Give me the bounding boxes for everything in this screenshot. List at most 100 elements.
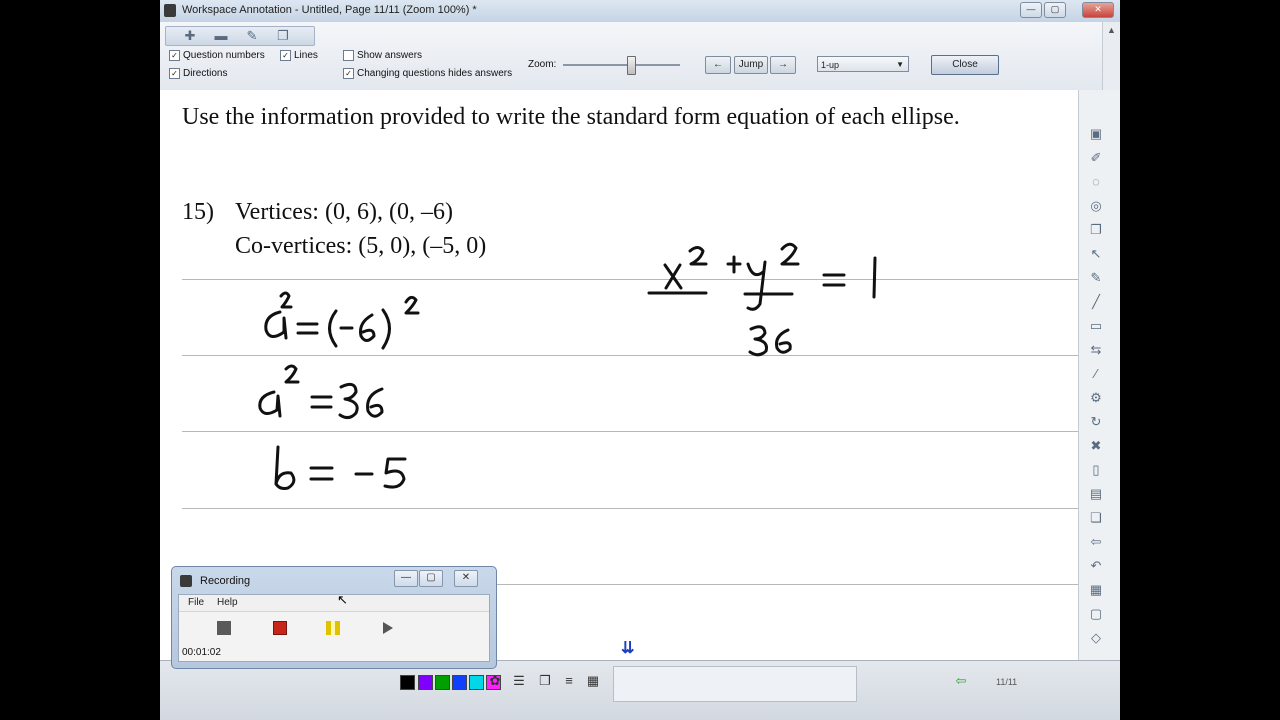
line-style-icon[interactable]: ≡ bbox=[560, 673, 578, 689]
menu-help[interactable]: Help bbox=[217, 597, 238, 608]
recording-window: Recording — ▢ ✕ File Help 00:01:02 bbox=[171, 566, 497, 669]
copy-icon[interactable]: ❐ bbox=[273, 28, 293, 44]
lines-label: Lines bbox=[294, 50, 318, 61]
handwritten-a bbox=[258, 390, 282, 418]
menu-file[interactable]: File bbox=[188, 597, 204, 608]
line-width-icon[interactable]: ☰ bbox=[510, 673, 528, 689]
delete-icon[interactable]: ✖ bbox=[1085, 436, 1107, 456]
layout-select-value: 1-up bbox=[821, 60, 840, 70]
tag-icon[interactable]: ◇ bbox=[1085, 628, 1107, 648]
minus-icon[interactable]: ▬ bbox=[211, 28, 231, 44]
jump-button[interactable]: Jump bbox=[734, 56, 768, 74]
lines-checkbox[interactable]: ✓ Lines bbox=[280, 50, 318, 61]
color-swatch-black[interactable] bbox=[400, 675, 415, 690]
download-arrows-icon[interactable]: ⇊ bbox=[621, 638, 635, 658]
recording-minimize-button[interactable]: — bbox=[394, 570, 418, 587]
handwritten-equals bbox=[822, 273, 846, 287]
directions-label: Directions bbox=[183, 68, 228, 79]
calculator-icon[interactable]: ▦ bbox=[1085, 580, 1107, 600]
line-tool-icon[interactable]: ⁄ bbox=[1085, 364, 1107, 384]
changing-questions-checkbox[interactable]: ✓ Changing questions hides answers bbox=[343, 68, 512, 79]
plus-icon[interactable]: ✚ bbox=[180, 28, 200, 44]
chevron-down-icon: ▼ bbox=[896, 60, 904, 69]
settings-icon[interactable]: ⚙ bbox=[1085, 388, 1107, 408]
pen-icon[interactable]: ✐ bbox=[1085, 148, 1107, 168]
show-answers-checkbox[interactable]: Show answers bbox=[343, 50, 422, 61]
handwritten-exponent-2 bbox=[780, 242, 800, 266]
checkbox-box: ✓ bbox=[169, 68, 180, 79]
document-icon[interactable]: ▤ bbox=[1085, 484, 1107, 504]
marker-icon[interactable]: ╱ bbox=[1085, 292, 1107, 312]
toolbar: ✚ ▬ ✎ ❐ ✓ Question numbers ✓ Directions ✓ L… bbox=[160, 22, 1120, 91]
status-field bbox=[613, 666, 857, 702]
minimize-button[interactable]: — bbox=[1020, 2, 1042, 18]
back-arrow-icon[interactable]: ⇦ bbox=[1085, 532, 1107, 552]
back-arrow-icon[interactable]: ⇦ bbox=[952, 673, 970, 689]
handwritten-paren-open bbox=[328, 309, 338, 348]
handwritten-6 bbox=[775, 328, 792, 354]
title-bar: Workspace Annotation - Untitled, Page 11… bbox=[160, 0, 1120, 23]
mouse-icon[interactable]: ◎ bbox=[1085, 196, 1107, 216]
handwritten-3 bbox=[748, 325, 768, 357]
eraser-icon[interactable]: ◌ bbox=[1085, 172, 1107, 192]
zoom-slider-track[interactable] bbox=[563, 64, 680, 66]
handwritten-1 bbox=[872, 256, 877, 299]
color-swatch-blue[interactable] bbox=[452, 675, 467, 690]
duplicate-icon[interactable]: ❏ bbox=[1085, 508, 1107, 528]
close-window-button[interactable]: ✕ bbox=[1082, 2, 1114, 18]
layout-select[interactable]: 1-up ▼ bbox=[817, 56, 909, 72]
handwritten-equals bbox=[310, 395, 333, 409]
record-icon[interactable] bbox=[273, 621, 287, 635]
recording-menu-bar: File Help bbox=[179, 595, 489, 612]
color-swatch-cyan[interactable] bbox=[469, 675, 484, 690]
maximize-button[interactable]: ▢ bbox=[1044, 2, 1066, 18]
question-numbers-checkbox[interactable]: ✓ Question numbers bbox=[169, 50, 265, 61]
zoom-slider-thumb[interactable] bbox=[627, 56, 636, 75]
handwritten-plus bbox=[726, 255, 742, 274]
lock-icon[interactable]: ▣ bbox=[1085, 124, 1107, 144]
changing-questions-label: Changing questions hides answers bbox=[357, 68, 513, 79]
handwritten-exponent-2 bbox=[284, 364, 300, 384]
highlighter-icon[interactable]: ✎ bbox=[1085, 268, 1107, 288]
palette-icon[interactable]: ✿ bbox=[486, 673, 504, 689]
stop-icon[interactable] bbox=[217, 621, 231, 635]
handwritten-exponent-2 bbox=[279, 291, 293, 309]
scroll-up-icon: ▲ bbox=[1107, 25, 1116, 35]
question-numbers-label: Question numbers bbox=[183, 50, 265, 61]
color-swatch-purple[interactable] bbox=[418, 675, 433, 690]
copy-page-icon[interactable]: ❐ bbox=[536, 673, 554, 689]
grid-icon[interactable]: ▦ bbox=[584, 673, 602, 689]
edit-icon[interactable]: ✎ bbox=[242, 28, 262, 44]
checkbox-box: ✓ bbox=[280, 50, 291, 61]
new-page-icon[interactable]: ▯ bbox=[1085, 460, 1107, 480]
recording-panel: File Help 00:01:02 bbox=[178, 594, 490, 662]
recorder-icon bbox=[180, 575, 192, 587]
handwritten-b bbox=[274, 445, 296, 490]
refresh-icon[interactable]: ↻ bbox=[1085, 412, 1107, 432]
top-scrollbar[interactable]: ▲ bbox=[1102, 22, 1120, 90]
pause-icon[interactable] bbox=[326, 621, 340, 635]
arrows-icon[interactable]: ⇆ bbox=[1085, 340, 1107, 360]
recording-close-button[interactable]: ✕ bbox=[454, 570, 478, 587]
recording-restore-button[interactable]: ▢ bbox=[419, 570, 443, 587]
app-icon bbox=[164, 4, 176, 17]
pages-icon[interactable]: ❐ bbox=[1085, 220, 1107, 240]
next-page-button[interactable]: → bbox=[770, 56, 796, 74]
zoom-label: Zoom: bbox=[528, 59, 557, 70]
window-icon[interactable]: ▢ bbox=[1085, 604, 1107, 624]
directions-checkbox[interactable]: ✓ Directions bbox=[169, 68, 227, 79]
recording-title: Recording bbox=[200, 575, 251, 587]
handwritten-equals bbox=[296, 322, 319, 335]
handwritten-6 bbox=[359, 313, 376, 342]
color-swatch-green[interactable] bbox=[435, 675, 450, 690]
close-button[interactable]: Close bbox=[931, 55, 999, 75]
ruler-icon[interactable]: ▭ bbox=[1085, 316, 1107, 336]
previous-page-button[interactable]: ← bbox=[705, 56, 731, 74]
handwritten-a bbox=[264, 310, 288, 340]
handwritten-exponent-2 bbox=[404, 295, 420, 315]
play-icon[interactable] bbox=[383, 622, 393, 634]
handwritten-exponent-2 bbox=[688, 246, 708, 266]
undo-icon[interactable]: ↶ bbox=[1085, 556, 1107, 576]
mouse-cursor-icon: ↖ bbox=[337, 592, 348, 607]
pointer-icon[interactable]: ↖ bbox=[1085, 244, 1107, 264]
